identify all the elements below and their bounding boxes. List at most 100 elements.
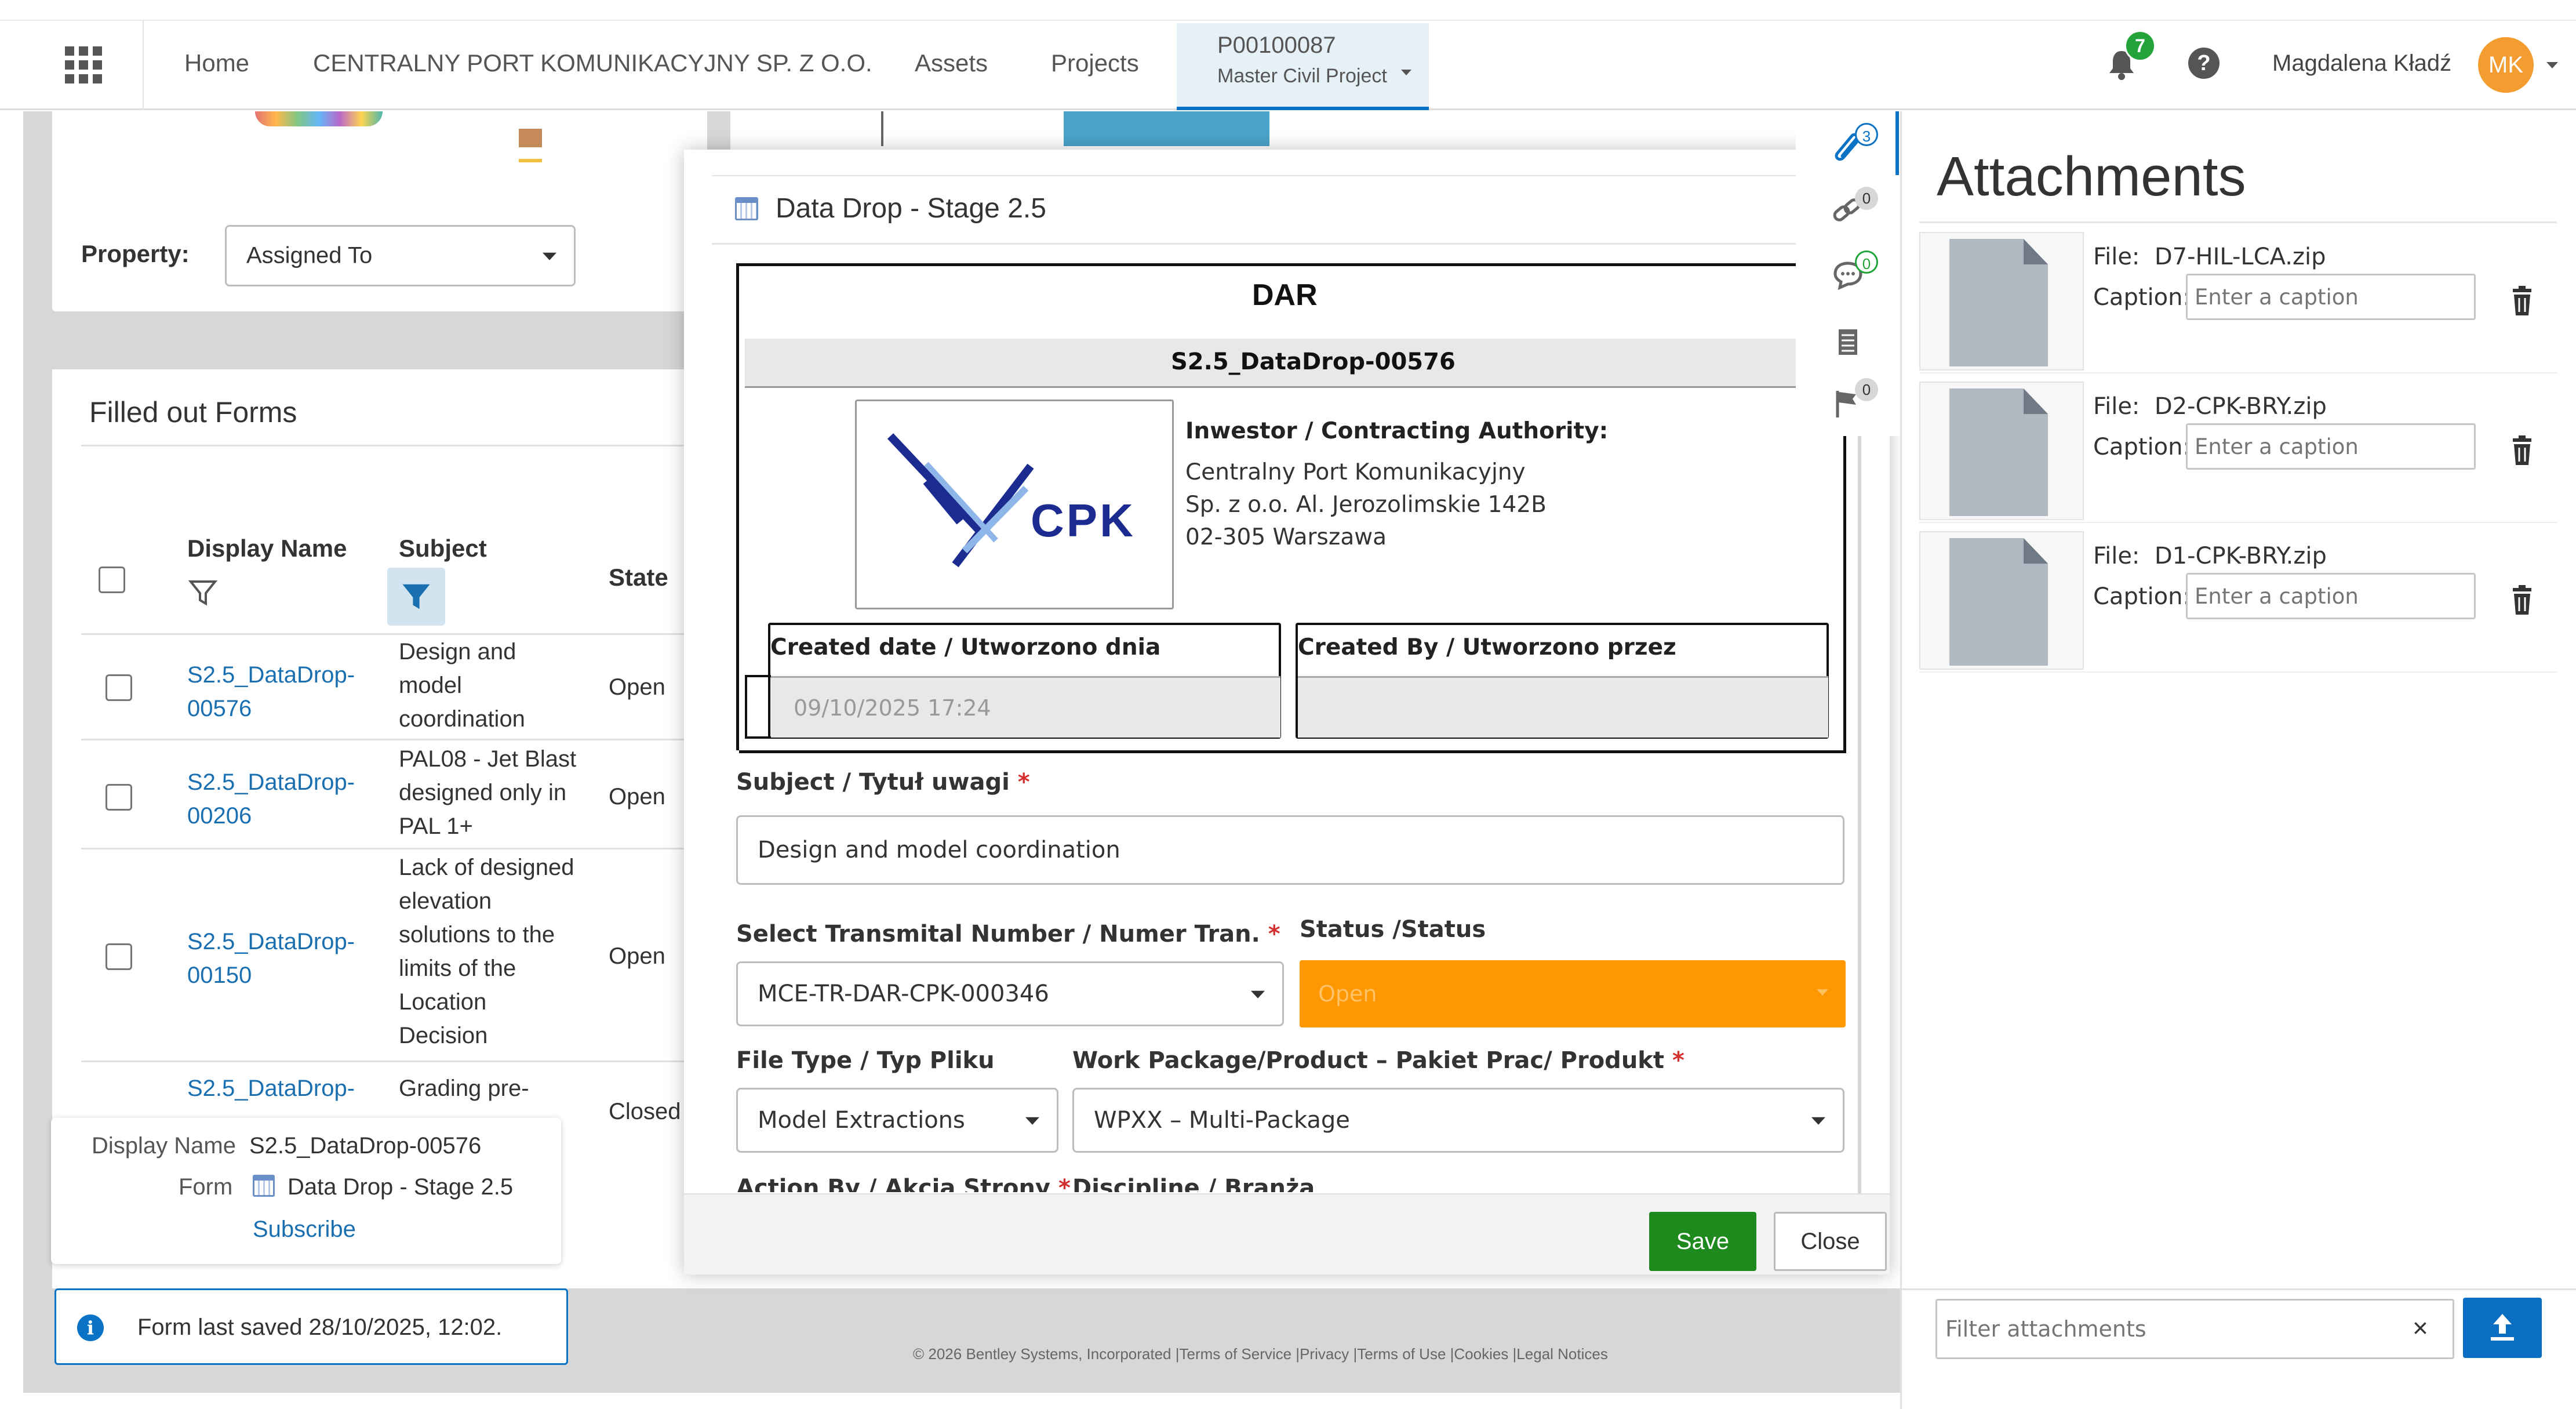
- attachment-item: File: D7-HIL-LCA.zip Caption:: [1919, 226, 2557, 373]
- display-name-link[interactable]: S2.5_DataDrop- 00576: [187, 658, 355, 725]
- trash-icon[interactable]: [2505, 434, 2539, 469]
- status-select[interactable]: Open: [1300, 960, 1846, 1027]
- app-launcher-icon[interactable]: [65, 46, 102, 83]
- close-button[interactable]: Close: [1774, 1212, 1887, 1271]
- trash-icon[interactable]: [2505, 583, 2539, 618]
- attachments-panel: Attachments File: D7-HIL-LCA.zip Caption…: [1900, 111, 2576, 1409]
- subject-cell: Design and model coordination: [399, 639, 525, 732]
- file-name: D2-CPK-BRY.zip: [2154, 393, 2327, 420]
- display-name-link[interactable]: S2.5_DataDrop-: [187, 1076, 355, 1102]
- created-date-box: Created date / Utworzono dnia 09/10/2025…: [768, 623, 1281, 739]
- footer-legal[interactable]: © 2026 Bentley Systems, Incorporated |Te…: [913, 1345, 1608, 1363]
- caption-input[interactable]: [2186, 573, 2476, 619]
- user-menu-chevron-icon[interactable]: [2546, 62, 2558, 68]
- document-list-tab[interactable]: [1831, 320, 1877, 366]
- info-icon: i: [77, 1314, 104, 1341]
- property-label: Property:: [81, 240, 190, 267]
- nav-projects[interactable]: Projects: [1051, 49, 1139, 77]
- state-cell: Closed: [609, 1099, 681, 1124]
- dar-title: DAR: [1252, 278, 1318, 312]
- chevron-down-icon: [1251, 990, 1265, 998]
- row-checkbox[interactable]: [105, 784, 132, 811]
- links-tab[interactable]: 0: [1831, 187, 1878, 233]
- attachment-item: File: D1-CPK-BRY.zip Caption:: [1919, 525, 2557, 673]
- save-button[interactable]: Save: [1649, 1212, 1756, 1271]
- display-name-link[interactable]: S2.5_DataDrop- 00150: [187, 925, 355, 992]
- subscribe-link[interactable]: Subscribe: [253, 1216, 356, 1243]
- subject-input[interactable]: Design and model coordination: [736, 815, 1844, 885]
- dar-header-box: DAR S2.5_DataDrop-00576 CPK Inwestor / C…: [736, 263, 1846, 753]
- file-thumbnail-icon[interactable]: [1919, 531, 2084, 670]
- investor-label: Inwestor / Contracting Authority:: [1185, 418, 1609, 444]
- chevron-down-icon: [1401, 70, 1411, 75]
- transmittal-label: Select Transmital Number / Numer Tran. *: [736, 921, 1280, 947]
- cpk-logo: CPK: [855, 400, 1174, 609]
- funnel-icon[interactable]: [188, 578, 218, 607]
- subject-cell: Grading pre-: [399, 1076, 529, 1101]
- project-selector[interactable]: P00100087 Master Civil Project: [1177, 23, 1429, 110]
- column-header-display-name[interactable]: Display Name: [187, 535, 347, 562]
- status-label: Status /Status: [1300, 916, 1486, 943]
- upload-button[interactable]: [2463, 1298, 2542, 1358]
- caption-input[interactable]: [2186, 274, 2476, 320]
- created-date-field: 09/10/2025 17:24: [770, 676, 1280, 738]
- attachment-item: File: D2-CPK-BRY.zip Caption:: [1919, 376, 2557, 523]
- avatar[interactable]: MK: [2478, 37, 2534, 93]
- chevron-down-icon: [1025, 1117, 1039, 1125]
- file-thumbnail-icon[interactable]: [1919, 232, 2084, 371]
- workpackage-label: Work Package/Product – Pakiet Prac/ Prod…: [1072, 1047, 1684, 1074]
- created-by-box: Created By / Utworzono przez: [1296, 623, 1829, 739]
- subject-label: Subject / Tytuł uwagi *: [736, 769, 1030, 796]
- transmittal-select[interactable]: MCE-TR-DAR-CPK-000346: [736, 961, 1284, 1026]
- table-row[interactable]: S2.5_DataDrop- 00576 Design and model co…: [81, 635, 748, 740]
- notifications-button[interactable]: 7: [2107, 30, 2156, 81]
- upload-icon: [2491, 1314, 2514, 1341]
- funnel-filled-icon[interactable]: [387, 568, 445, 626]
- filter-attachments-input[interactable]: [1944, 1311, 2387, 1347]
- side-tab-strip: 3 0 0 0: [1796, 111, 1900, 436]
- display-name-link[interactable]: S2.5_DataDrop- 00206: [187, 765, 355, 833]
- subject-cell: PAL08 - Jet Blast designed only in PAL 1…: [399, 746, 577, 839]
- column-header-state[interactable]: State: [609, 564, 668, 591]
- table-row[interactable]: S2.5_DataDrop- 00206 PAL08 - Jet Blast d…: [81, 742, 748, 849]
- pie-chart-fragment: [255, 111, 383, 126]
- select-all-checkbox[interactable]: [99, 566, 125, 593]
- filetype-label: File Type / Typ Pliku: [736, 1047, 995, 1074]
- workpackage-select[interactable]: WPXX – Multi-Package: [1072, 1088, 1844, 1153]
- flags-count-badge: 0: [1855, 378, 1878, 401]
- row-checkbox[interactable]: [105, 943, 132, 970]
- attachments-tab[interactable]: 3: [1831, 123, 1878, 169]
- form-calendar-icon: [735, 197, 758, 220]
- created-by-field: [1298, 676, 1828, 738]
- file-name: D7-HIL-LCA.zip: [2154, 244, 2326, 270]
- comments-count-badge: 0: [1855, 250, 1878, 274]
- attachments-count-badge: 3: [1855, 123, 1878, 146]
- legend-swatch: [519, 129, 542, 147]
- form-modal: Data Drop - Stage 2.5 DAR S2.5_DataDrop-…: [684, 150, 1890, 1274]
- column-header-subject[interactable]: Subject: [399, 535, 487, 562]
- caption-input[interactable]: [2186, 423, 2476, 470]
- comments-tab[interactable]: 0: [1831, 250, 1878, 297]
- filetype-select[interactable]: Model Extractions: [736, 1088, 1058, 1153]
- nav-organization[interactable]: CENTRALNY PORT KOMUNIKACYJNY SP. Z O.O.: [313, 49, 872, 77]
- flags-tab[interactable]: 0: [1831, 378, 1878, 424]
- filter-attachments-field[interactable]: ×: [1935, 1299, 2454, 1359]
- clear-filter-icon[interactable]: ×: [2413, 1312, 2428, 1343]
- actionby-label: Action By / Akcja Strony *: [736, 1175, 1071, 1192]
- state-cell: Open: [609, 784, 665, 809]
- modal-title: Data Drop - Stage 2.5: [776, 193, 1046, 224]
- links-count-badge: 0: [1855, 187, 1878, 210]
- document-id: S2.5_DataDrop-00576: [1171, 348, 1456, 375]
- nav-home[interactable]: Home: [184, 49, 249, 77]
- nav-assets[interactable]: Assets: [915, 49, 988, 77]
- row-checkbox[interactable]: [105, 674, 132, 701]
- table-row[interactable]: S2.5_DataDrop- 00150 Lack of designed el…: [81, 851, 748, 1062]
- user-name[interactable]: Magdalena Kładź: [2272, 50, 2451, 77]
- file-thumbnail-icon[interactable]: [1919, 382, 2084, 520]
- investor-address: Centralny Port Komunikacyjny Sp. z o.o. …: [1185, 459, 1547, 550]
- help-icon[interactable]: ?: [2188, 48, 2220, 79]
- save-status-toast: i Form last saved 28/10/2025, 12:02.: [54, 1288, 568, 1365]
- property-select[interactable]: Assigned To: [225, 225, 576, 286]
- trash-icon[interactable]: [2505, 284, 2539, 319]
- form-info-tooltip: Display Name S2.5_DataDrop-00576 Form Da…: [51, 1118, 561, 1264]
